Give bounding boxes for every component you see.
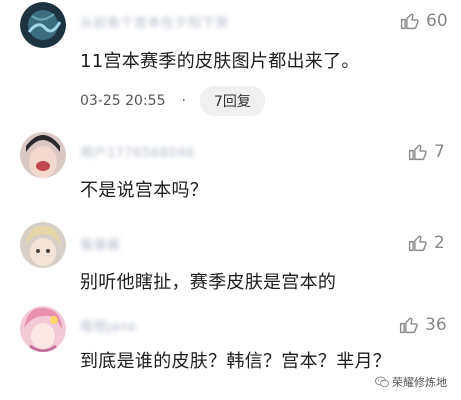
avatar[interactable] xyxy=(20,2,66,48)
like-button[interactable]: 7 xyxy=(407,141,445,162)
comment-username[interactable]: 用户1776568046 xyxy=(80,142,195,161)
avatar[interactable] xyxy=(20,132,66,178)
wechat-icon xyxy=(375,376,389,388)
comment-username[interactable]: 嗯嗯jane xyxy=(80,316,137,335)
like-button[interactable]: 60 xyxy=(399,10,448,31)
reply-count-button[interactable]: 7回复 xyxy=(199,86,265,116)
avatar-image xyxy=(20,132,66,178)
comment-text: 不是说宫本吗？ xyxy=(80,180,209,201)
comment-username[interactable]: 猫猫酱 xyxy=(80,234,121,253)
meta-separator: · xyxy=(181,93,186,109)
avatar-image xyxy=(20,306,66,352)
like-count: 2 xyxy=(434,232,445,253)
thumb-up-icon xyxy=(408,235,427,252)
avatar-image xyxy=(20,2,66,48)
comment-text: 别听他瞎扯，赛季皮肤是宫本的 xyxy=(80,272,337,293)
comment-meta: 03-25 20:55 · 7回复 xyxy=(80,86,265,116)
thumb-up-icon xyxy=(408,144,427,161)
thumb-up-icon xyxy=(400,13,419,30)
avatar[interactable] xyxy=(20,306,66,352)
like-count: 60 xyxy=(426,10,448,31)
comment-text: 到底是谁的皮肤？韩信？宫本？芈月？ xyxy=(80,351,392,372)
like-count: 36 xyxy=(425,314,447,335)
avatar[interactable] xyxy=(20,222,66,268)
thumb-up-icon xyxy=(399,317,418,334)
avatar-image xyxy=(20,222,66,268)
watermark: 荣耀修炼地 xyxy=(375,374,447,390)
like-button[interactable]: 36 xyxy=(398,314,447,335)
comment-text: 11宫本赛季的皮肤图片都出来了。 xyxy=(80,51,360,72)
watermark-text: 荣耀修炼地 xyxy=(392,376,447,389)
like-count: 7 xyxy=(434,141,445,162)
comment-username[interactable]: 从前有个宫本在夕阳下哭 xyxy=(80,12,229,31)
comment-timestamp: 03-25 20:55 xyxy=(80,93,166,109)
like-button[interactable]: 2 xyxy=(407,232,445,253)
